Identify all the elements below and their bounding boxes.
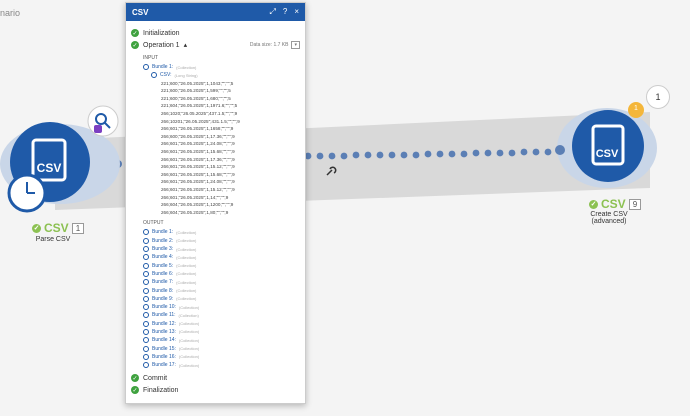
right-module-label: Create CSV (advanced)	[590, 211, 628, 225]
connector-dot-right[interactable]	[555, 145, 565, 155]
output-bundle[interactable]: Bundle 7: (Collection)	[143, 278, 300, 286]
csv-line: 266;601;"26.05.2025";1,15.68;"";"";9	[161, 171, 235, 177]
csv-line: 266;601;"26.05.2025";1,14;"";"";9	[161, 194, 229, 200]
csv-icon-text-left: CSV	[37, 161, 62, 175]
collapse-circle-icon	[143, 362, 149, 369]
collapse-circle-icon	[143, 237, 149, 244]
close-icon[interactable]: ×	[294, 7, 299, 17]
collapse-circle-icon	[143, 353, 149, 360]
csv-line: 266;1020;"26.05.2025";437.1.5;"";"";9	[161, 110, 238, 116]
output-bundle[interactable]: Bundle 15: (Collection)	[143, 344, 300, 352]
collapse-circle-icon	[143, 320, 149, 327]
success-check-icon: ✓	[131, 374, 139, 383]
bundle-count-bubble[interactable]: 1	[646, 85, 670, 109]
input-bundle[interactable]: Bundle 1: (Collection)	[143, 63, 300, 71]
operations-badge-count: 1	[634, 105, 638, 112]
left-module-title: ✓ CSV 1	[32, 221, 85, 235]
success-check-icon: ✓	[589, 199, 598, 209]
right-run-count[interactable]: 9	[628, 198, 642, 210]
collapse-circle-icon	[143, 254, 149, 261]
export-button[interactable]: ▾	[291, 41, 300, 49]
csv-line: 266;601;"26.05.2025";1,15.12;"";"";9	[161, 186, 235, 192]
search-icon[interactable]	[87, 105, 119, 137]
collapse-circle-icon	[143, 279, 149, 286]
csv-line: 266;604;"26.05.2025";1,80;"";"";9	[161, 209, 229, 215]
output-bundle[interactable]: Bundle 1: (Collection)	[143, 228, 300, 236]
output-bundle[interactable]: Bundle 11: (Collection)	[143, 311, 300, 319]
right-module-title: ✓ CSV 9	[589, 197, 642, 211]
csv-line: 266;604;"26.05.2025";1,1200;"";"";9	[161, 202, 234, 208]
output-bundle[interactable]: Bundle 17: (Collection)	[143, 361, 300, 369]
data-size: Data size: 1.7 KB	[249, 42, 289, 48]
connection-layer: CSV CSV	[0, 102, 657, 213]
collapse-circle-icon	[143, 64, 149, 71]
panel-title: CSV	[132, 7, 149, 17]
left-module-label: Parse CSV	[35, 236, 71, 243]
output-bundle[interactable]: Bundle 12: (Collection)	[143, 320, 300, 328]
output-bundle[interactable]: Bundle 2: (Collection)	[143, 237, 300, 245]
data-icon	[94, 125, 102, 133]
output-bundle[interactable]: Bundle 8: (Collection)	[143, 286, 300, 294]
output-bundle[interactable]: Bundle 13: (Collection)	[143, 328, 300, 336]
csv-line: 266;601;"26.05.2025";1,1658;"";"";9	[161, 126, 234, 132]
collapse-circle-icon	[143, 246, 149, 253]
collapse-circle-icon	[143, 287, 149, 294]
right-module-circle[interactable]	[572, 110, 644, 182]
csv-line: 266;601;"26.05.2025";1,17.36;"";"";9	[161, 156, 235, 162]
csv-field[interactable]: CSV: (Long String)	[151, 71, 300, 79]
csv-line: 221;600;"26.05.2025";1,599;"";"";5	[161, 88, 231, 94]
csv-line: 221;600;"26.05.2025";1,680;"";"";5	[161, 95, 231, 101]
finalization-row[interactable]: ✓ Finalization	[131, 384, 300, 396]
output-bundle[interactable]: Bundle 9: (Collection)	[143, 295, 300, 303]
output-bundle[interactable]: Bundle 5: (Collection)	[143, 261, 300, 269]
success-check-icon: ✓	[131, 386, 139, 395]
expand-icon[interactable]: ⤢	[269, 7, 275, 17]
execution-inspector-panel: CSV ⤢ ? × ✓ Initialization ✓ Operation 1…	[125, 2, 306, 404]
collapse-caret-icon[interactable]: ▴	[184, 41, 188, 49]
collapse-circle-icon	[143, 229, 149, 236]
collapse-circle-icon	[143, 304, 149, 311]
collapse-circle-icon	[143, 295, 149, 302]
success-check-icon: ✓	[131, 41, 139, 49]
commit-row[interactable]: ✓ Commit	[131, 372, 300, 384]
csv-content: 221;600;"26.05.2025";1,1043;"";"";5 221;…	[161, 80, 300, 217]
collapse-circle-icon	[143, 312, 149, 319]
scenario-canvas: nario CSV CSV 1 1 ✓ CSV 1 Parse CSV ✓ CS…	[0, 0, 690, 416]
output-bundle[interactable]: Bundle 6: (Collection)	[143, 270, 300, 278]
collapse-circle-icon	[151, 72, 157, 79]
output-bundle[interactable]: Bundle 14: (Collection)	[143, 336, 300, 344]
help-icon[interactable]: ?	[283, 7, 287, 17]
panel-header: CSV ⤢ ? ×	[126, 3, 305, 21]
csv-line: 266;600;"26.05.2025";1,17.36;"";"";9	[161, 133, 235, 139]
output-bundle[interactable]: Bundle 10: (Collection)	[143, 303, 300, 311]
output-bundle[interactable]: Bundle 3: (Collection)	[143, 245, 300, 253]
output-bundle[interactable]: Bundle 4: (Collection)	[143, 253, 300, 261]
collapse-circle-icon	[143, 328, 149, 335]
collapse-circle-icon	[143, 345, 149, 352]
csv-line: 221;604;"26.05.2025";1,1971.6;"";"";5	[161, 103, 238, 109]
operation-row[interactable]: ✓ Operation 1 ▴ Data size: 1.7 KB ▾	[131, 39, 300, 51]
left-run-count[interactable]: 1	[71, 222, 85, 234]
collapse-circle-icon	[143, 262, 149, 269]
csv-line: 266;10201;"26.05.2025";431.1.5;"";"";9	[161, 118, 240, 124]
output-bundle[interactable]: Bundle 16: (Collection)	[143, 353, 300, 361]
collapse-circle-icon	[143, 337, 149, 344]
collapse-circle-icon	[143, 270, 149, 277]
success-check-icon: ✓	[32, 223, 41, 233]
output-bundles: Bundle 1: (Collection) Bundle 2: (Collectio…	[131, 228, 300, 369]
csv-line: 266;601;"26.05.2025";1,24.08;"";"";9	[161, 179, 235, 185]
input-section-label: INPUT	[143, 55, 158, 61]
success-check-icon: ✓	[131, 29, 139, 37]
csv-icon-text-right: CSV	[596, 148, 619, 160]
csv-line: 266;601;"26.05.2025";1,24.08;"";"";9	[161, 141, 235, 147]
csv-line: 266;601;"26.05.2025";1,15.68;"";"";9	[161, 148, 235, 154]
initialization-row[interactable]: ✓ Initialization	[131, 27, 300, 39]
output-section-label: OUTPUT	[143, 220, 164, 227]
csv-line: 221;600;"26.05.2025";1,1043;"";"";5	[161, 80, 234, 86]
csv-line: 266;601;"26.05.2025";1,15.12;"";"";9	[161, 164, 235, 170]
